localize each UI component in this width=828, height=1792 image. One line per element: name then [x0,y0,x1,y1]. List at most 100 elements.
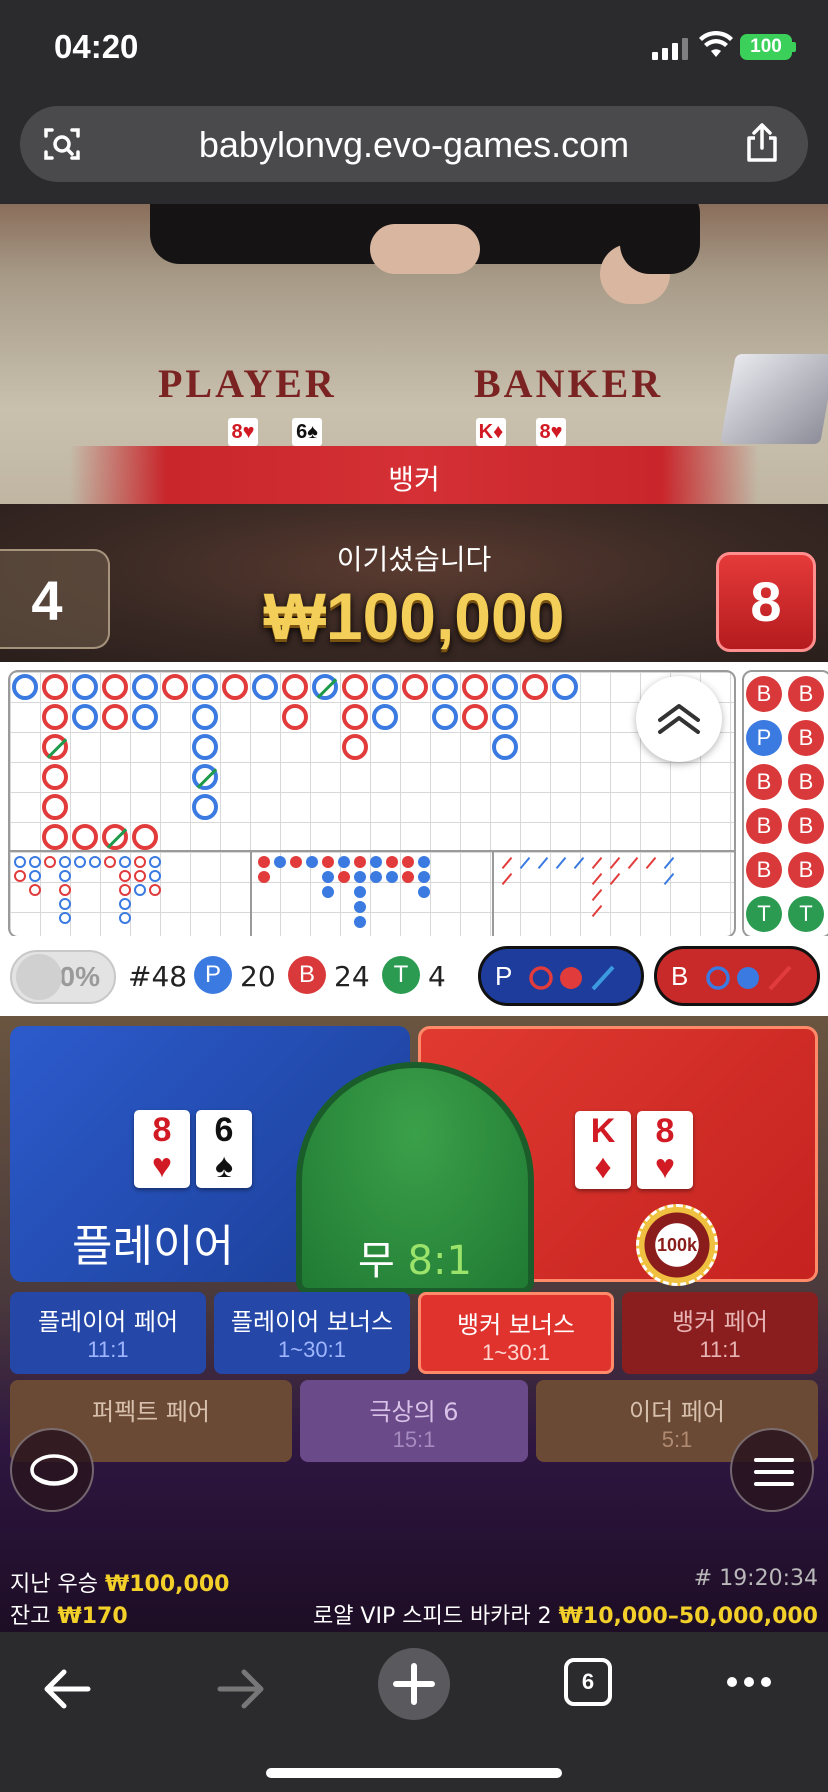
status-bar: 04:20 100 [0,0,828,96]
big-road-marker [192,734,218,760]
win-amount: ₩100,000 [263,579,565,653]
big-eye-marker [59,884,71,896]
stats-percent: 0% [59,961,100,992]
tie-count-badge: T [382,956,420,994]
chip-100k[interactable]: 100k [636,1204,718,1286]
big-road-marker [192,704,218,730]
win-label: 이기셨습니다 [336,543,492,576]
player-card-2: 6♠ [292,418,322,446]
small-road-marker [322,871,334,883]
betting-area: 8 ♥ 6 ♠ 플레이어 K ♦ 8 ♥ 100k 무 8:1 플레이어 페어 11:1 … [0,1016,828,1632]
new-tab-button[interactable] [378,1648,450,1720]
player-card-1: 8♥ [228,418,258,446]
player-bonus-bet[interactable]: 플레이어 보너스 1~30:1 [214,1292,410,1374]
cockroach-road-marker [627,856,639,870]
small-road-marker [370,856,382,868]
small-road-marker [306,856,318,868]
stats-toggle[interactable]: 0% [10,950,116,1004]
dealer-sleeve [620,204,700,274]
menu-button[interactable] [730,1428,814,1512]
small-road-marker [418,886,430,898]
predict-player-letter: P [495,961,512,991]
banker-bet-card-2: 8 ♥ [637,1111,693,1189]
big-eye-marker [149,870,161,882]
big-road-marker [492,734,518,760]
small-road-marker [354,916,366,928]
big-road-marker [492,704,518,730]
big-road-marker [42,824,68,850]
cockroach-road-marker [663,856,675,870]
signal-icon [652,36,688,60]
plus-icon [393,1663,435,1705]
big-eye-marker [119,898,131,910]
big-road [8,670,736,938]
tie-bet-label: 무 8:1 [358,1238,472,1284]
stats-row: 0% #48 P 20 B 24 T 4 P B [0,936,828,1016]
dealer-hand-left [370,224,480,274]
big-eye-marker [119,856,131,868]
banker-bonus-bet[interactable]: 뱅커 보너스 1~30:1 [418,1292,614,1374]
small-road-marker [338,856,350,868]
banker-pair-bet[interactable]: 뱅커 페어 11:1 [622,1292,818,1374]
scoreboard-roadmap[interactable]: BB PB BB BB BB TT [0,662,828,950]
lobby-button[interactable] [10,1428,94,1512]
cockroach-road-marker [609,872,621,886]
big-road-marker [12,674,38,700]
card-shoe [720,354,828,444]
back-arrow-icon[interactable] [40,1664,94,1714]
player-predict-button[interactable]: P [478,946,644,1006]
big-road-marker [72,674,98,700]
super-six-bet[interactable]: 극상의 6 15:1 [300,1380,528,1462]
player-pair-bet[interactable]: 플레이어 페어 11:1 [10,1292,206,1374]
small-road-marker [354,886,366,898]
big-road-marker [522,674,548,700]
small-road-marker [370,871,382,883]
player-bet-label: 플레이어 [72,1221,234,1272]
cockroach-road-marker [537,856,549,870]
cockroach-road-marker [573,856,585,870]
small-road-marker [338,871,350,883]
address-bar[interactable]: babylonvg.evo-games.com [20,106,808,182]
small-road-marker [354,871,366,883]
big-road-marker [462,704,488,730]
banker-count-badge: B [288,956,326,994]
cockroach-road-marker [645,856,657,870]
small-road-marker [402,871,414,883]
big-road-marker [72,704,98,730]
big-eye-marker [149,856,161,868]
expand-roadmap-button[interactable] [636,676,722,762]
player-count: 20 [240,960,276,993]
live-video: PLAYER BANKER 8♥ 6♠ K♦ 8♥ 뱅커 이기셨습니다 ₩100… [0,204,828,662]
small-road-marker [402,856,414,868]
big-road-marker [192,674,218,700]
cockroach-road-marker [591,872,603,886]
big-eye-marker [44,856,56,868]
cockroach-road-marker [609,856,621,870]
big-road-marker [342,704,368,730]
url-text[interactable]: babylonvg.evo-games.com [20,124,808,166]
cockroach-road-marker [663,872,675,886]
big-road-marker [132,674,158,700]
player-table-label: PLAYER [158,361,337,406]
predict-icons [705,965,792,991]
share-icon[interactable] [742,122,782,164]
banker-count: 24 [334,960,370,993]
big-road-marker [42,764,68,790]
banker-card-2: 8♥ [536,418,566,446]
small-road-marker [258,871,270,883]
tie-bet-spot[interactable]: 무 8:1 [296,1062,534,1294]
more-icon[interactable] [724,1672,774,1692]
last-win: 지난 우승 ₩100,000 [10,1572,230,1597]
big-eye-marker [59,898,71,910]
big-road-marker [552,674,578,700]
tabs-button[interactable]: 6 [564,1658,612,1706]
big-road-marker [282,674,308,700]
big-road-marker [402,674,428,700]
cockroach-road-marker [591,904,603,918]
banker-predict-button[interactable]: B [654,946,820,1006]
small-road-marker [322,886,334,898]
player-bet-card-1: 8 ♥ [134,1110,190,1188]
forward-arrow-icon[interactable] [214,1664,268,1714]
result-banner: 뱅커 [70,446,758,504]
cockroach-road-marker [501,856,513,870]
